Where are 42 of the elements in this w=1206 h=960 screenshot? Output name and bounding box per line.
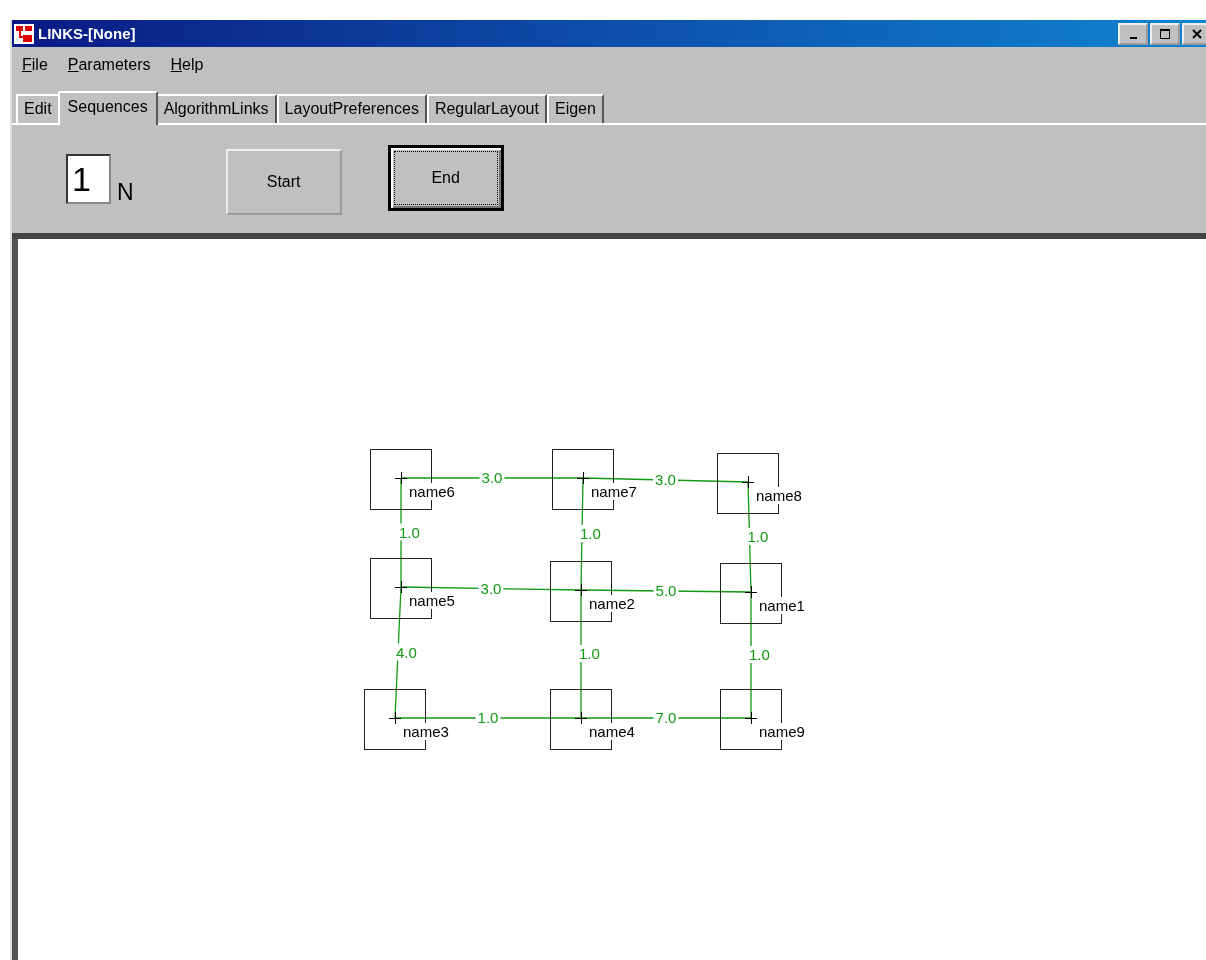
link-weight: 5.0 <box>655 582 677 599</box>
menu-item[interactable]: Parameters <box>59 56 159 74</box>
tab[interactable]: RegularLayout <box>426 94 547 123</box>
node-label: name6 <box>409 483 455 500</box>
link-weight: 1.0 <box>747 528 769 545</box>
node-label: name5 <box>409 592 455 609</box>
link-weight: 3.0 <box>481 469 503 486</box>
unit-label: N <box>117 179 134 206</box>
tab[interactable]: Edit <box>16 94 60 123</box>
link-weight: 3.0 <box>655 471 676 488</box>
action-button[interactable]: Start <box>225 149 342 215</box>
link-weight: 1.0 <box>580 525 601 542</box>
window-title: LINKS-[None] <box>38 25 137 42</box>
tab[interactable]: Eigen <box>546 94 604 123</box>
action-button[interactable]: End <box>387 145 504 211</box>
tab[interactable]: LayoutPreferences <box>276 94 427 123</box>
maximize-button[interactable] <box>1150 22 1180 45</box>
link-weight: 4.0 <box>396 643 417 661</box>
link-weight: 7.0 <box>655 709 677 726</box>
menu-item[interactable]: File <box>14 56 56 74</box>
link-weight: 3.0 <box>480 579 502 597</box>
close-icon <box>1192 28 1202 39</box>
link-weight: 1.0 <box>399 523 420 541</box>
node-label: name1 <box>759 597 805 614</box>
link-weight: 1.0 <box>579 645 600 662</box>
menu-item[interactable]: Help <box>162 56 212 74</box>
node-label: name9 <box>759 723 805 740</box>
tab[interactable]: Sequences <box>57 91 158 125</box>
node-label: name7 <box>591 483 637 500</box>
count-input[interactable]: 1 <box>66 154 111 204</box>
node-label: name8 <box>756 487 802 504</box>
tab[interactable]: AlgorithmLinks <box>155 94 277 123</box>
maximize-icon <box>1160 28 1170 39</box>
link-weight: 1.0 <box>749 646 770 663</box>
node-label: name3 <box>403 723 449 740</box>
app-icon <box>14 23 34 44</box>
node-label: name4 <box>589 723 635 740</box>
minimize-icon <box>1129 36 1137 39</box>
node-label: name2 <box>589 595 635 612</box>
minimize-button[interactable] <box>1118 22 1148 45</box>
link-weight: 1.0 <box>477 709 499 726</box>
close-button[interactable] <box>1182 22 1206 45</box>
